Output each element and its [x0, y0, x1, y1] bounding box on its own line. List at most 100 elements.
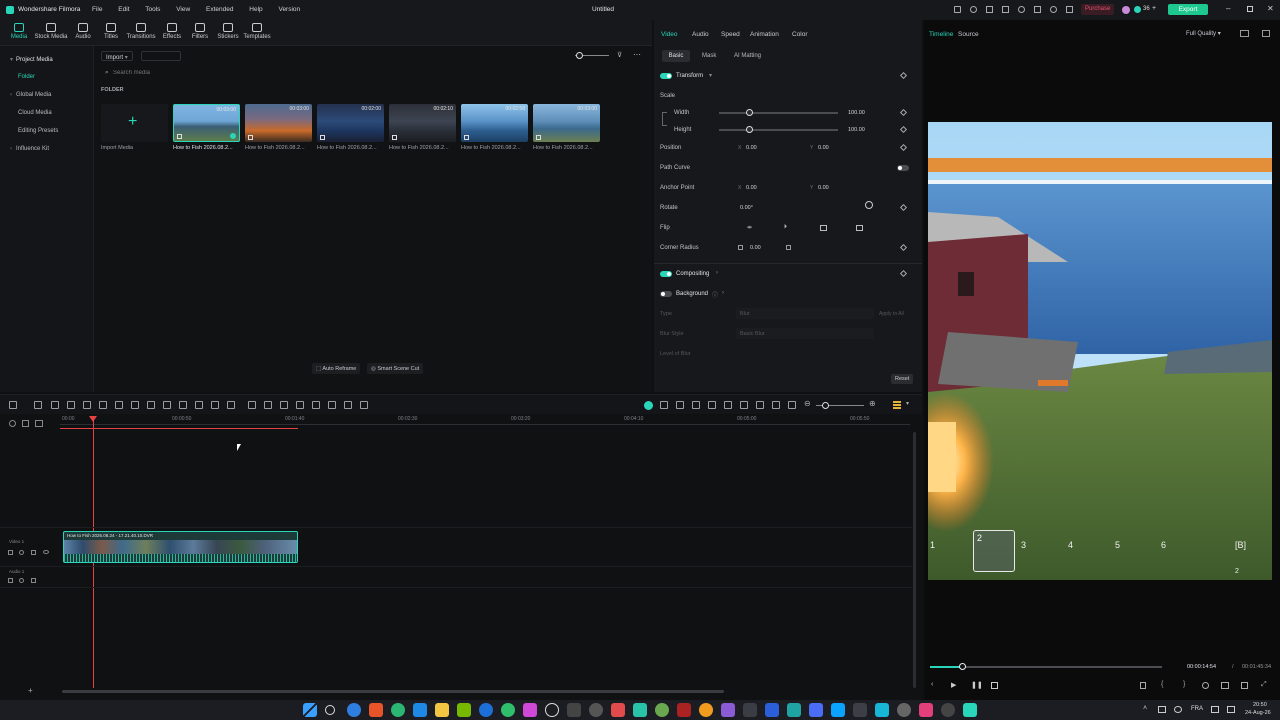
marker-icon[interactable]: [1140, 682, 1146, 689]
menu-version[interactable]: Version: [278, 6, 300, 13]
fullscreen-icon[interactable]: ⤢: [1261, 681, 1267, 689]
cloud-icon[interactable]: [970, 6, 977, 13]
equalizer-icon[interactable]: [772, 401, 780, 409]
transform-toggle[interactable]: [660, 73, 672, 79]
time-ruler[interactable]: [60, 424, 910, 425]
app-icon[interactable]: [655, 703, 669, 717]
quality-select[interactable]: Full Quality ▾: [1186, 30, 1221, 37]
language-indicator[interactable]: FRA: [1191, 706, 1203, 712]
crop-icon[interactable]: [115, 401, 123, 409]
app-icon[interactable]: [589, 703, 603, 717]
fit-screen-icon[interactable]: [788, 401, 796, 409]
import-media-tile[interactable]: +: [101, 104, 168, 142]
close-icon[interactable]: ✕: [1267, 4, 1274, 13]
app-icon[interactable]: [919, 703, 933, 717]
app-icon[interactable]: [611, 703, 625, 717]
text-icon[interactable]: [131, 401, 139, 409]
position-x-input[interactable]: 0.00: [746, 145, 757, 151]
clock-time[interactable]: 20:50: [1253, 702, 1267, 708]
sidebar-item-project-media[interactable]: ▾ Project Media: [10, 56, 53, 63]
ai-tools-icon[interactable]: [312, 401, 320, 409]
more-icon[interactable]: ⋯: [633, 50, 641, 59]
track-layout-icon[interactable]: [893, 401, 901, 410]
play-store-icon[interactable]: [633, 703, 647, 717]
rotate-dial[interactable]: [865, 201, 873, 209]
layout-grid-icon[interactable]: [9, 401, 17, 409]
search-icon[interactable]: [325, 705, 335, 715]
keyframe-tool-icon[interactable]: [264, 401, 272, 409]
media-clip-thumbnail[interactable]: 00:02:58: [461, 104, 528, 142]
chevron-right-icon[interactable]: ›: [716, 270, 718, 276]
settings-icon[interactable]: [1034, 6, 1041, 13]
speed-icon[interactable]: [195, 401, 203, 409]
network-app-icon[interactable]: [479, 703, 493, 717]
width-slider-knob[interactable]: [745, 109, 753, 116]
tab-timeline[interactable]: Timeline: [929, 31, 953, 38]
app-icon[interactable]: [787, 703, 801, 717]
tab-audio-props[interactable]: Audio: [692, 31, 709, 38]
app-icon[interactable]: [721, 703, 735, 717]
undo-icon[interactable]: [51, 401, 59, 409]
flip-vertical-icon[interactable]: ⏵: [784, 224, 787, 231]
reset-button[interactable]: Reset: [891, 374, 914, 384]
tab-color[interactable]: Color: [792, 31, 808, 38]
stop-icon[interactable]: [991, 682, 998, 689]
height-value[interactable]: 100.00: [848, 127, 865, 133]
avatar[interactable]: [1122, 6, 1130, 14]
silence-detection-icon[interactable]: [344, 401, 352, 409]
type-select[interactable]: [736, 308, 874, 319]
snap-icon[interactable]: [660, 401, 668, 409]
render-preview-icon[interactable]: [644, 401, 653, 410]
split-icon[interactable]: [99, 401, 107, 409]
audio-mixer-icon[interactable]: [756, 401, 764, 409]
pause-icon[interactable]: ❚❚: [971, 681, 983, 689]
app-icon[interactable]: [809, 703, 823, 717]
menu-view[interactable]: View: [176, 6, 190, 13]
windows-start-icon[interactable]: [303, 703, 317, 717]
volume-tray-icon[interactable]: [1227, 706, 1235, 713]
lock-icon[interactable]: [8, 578, 13, 583]
snapshot-icon[interactable]: [1240, 30, 1249, 37]
timeline-horizontal-scrollbar[interactable]: [62, 690, 724, 693]
record-tools[interactable]: [141, 51, 181, 61]
auto-reframe-button[interactable]: ⬚ Auto Reframe: [312, 363, 361, 374]
apply-all-button[interactable]: Apply to All: [879, 311, 904, 317]
sidebar-item-cloud-media[interactable]: Cloud Media: [18, 110, 52, 116]
background-toggle[interactable]: [660, 291, 672, 297]
transform-icon[interactable]: [227, 401, 235, 409]
app-icon[interactable]: [699, 703, 713, 717]
tab-source[interactable]: Source: [958, 31, 979, 38]
sidebar-item-editing-presets[interactable]: Editing Presets: [18, 128, 58, 134]
upload-icon[interactable]: [1066, 6, 1073, 13]
app-icon[interactable]: [765, 703, 779, 717]
mute-icon[interactable]: [19, 578, 24, 583]
nvidia-icon[interactable]: [457, 703, 471, 717]
minimize-icon[interactable]: –: [1226, 4, 1230, 13]
green-screen-icon[interactable]: [280, 401, 288, 409]
tab-speed[interactable]: Speed: [721, 31, 740, 38]
thumbnail-size-knob[interactable]: [576, 52, 583, 59]
add-icon[interactable]: +: [28, 686, 33, 695]
work-area-bar[interactable]: [60, 428, 298, 429]
add-credits-icon[interactable]: +: [1152, 5, 1156, 12]
tab-media[interactable]: Media: [2, 22, 36, 40]
menu-file[interactable]: File: [92, 6, 102, 13]
xbox-icon[interactable]: [501, 703, 515, 717]
app-icon[interactable]: [743, 703, 757, 717]
notification-icon[interactable]: [1018, 6, 1025, 13]
media-clip-thumbnail[interactable]: 00:02:00: [317, 104, 384, 142]
purchase-button[interactable]: Purchase: [1081, 4, 1115, 15]
marker-add-icon[interactable]: [676, 401, 684, 409]
camera-icon[interactable]: [1221, 682, 1229, 689]
subtab-ai-matting[interactable]: AI Matting: [734, 53, 761, 59]
tab-templates[interactable]: Templates: [240, 22, 274, 40]
media-clip-thumbnail[interactable]: 00:03:00: [533, 104, 600, 142]
menu-tools[interactable]: Tools: [145, 6, 160, 13]
messenger-icon[interactable]: [523, 703, 537, 717]
tab-video[interactable]: Video: [661, 31, 678, 38]
layout-icon[interactable]: [1262, 30, 1270, 37]
add-track-icon[interactable]: [9, 420, 16, 427]
link-icon[interactable]: [662, 112, 667, 126]
steam-icon[interactable]: [941, 703, 955, 717]
edit-track-icon[interactable]: [31, 578, 36, 583]
